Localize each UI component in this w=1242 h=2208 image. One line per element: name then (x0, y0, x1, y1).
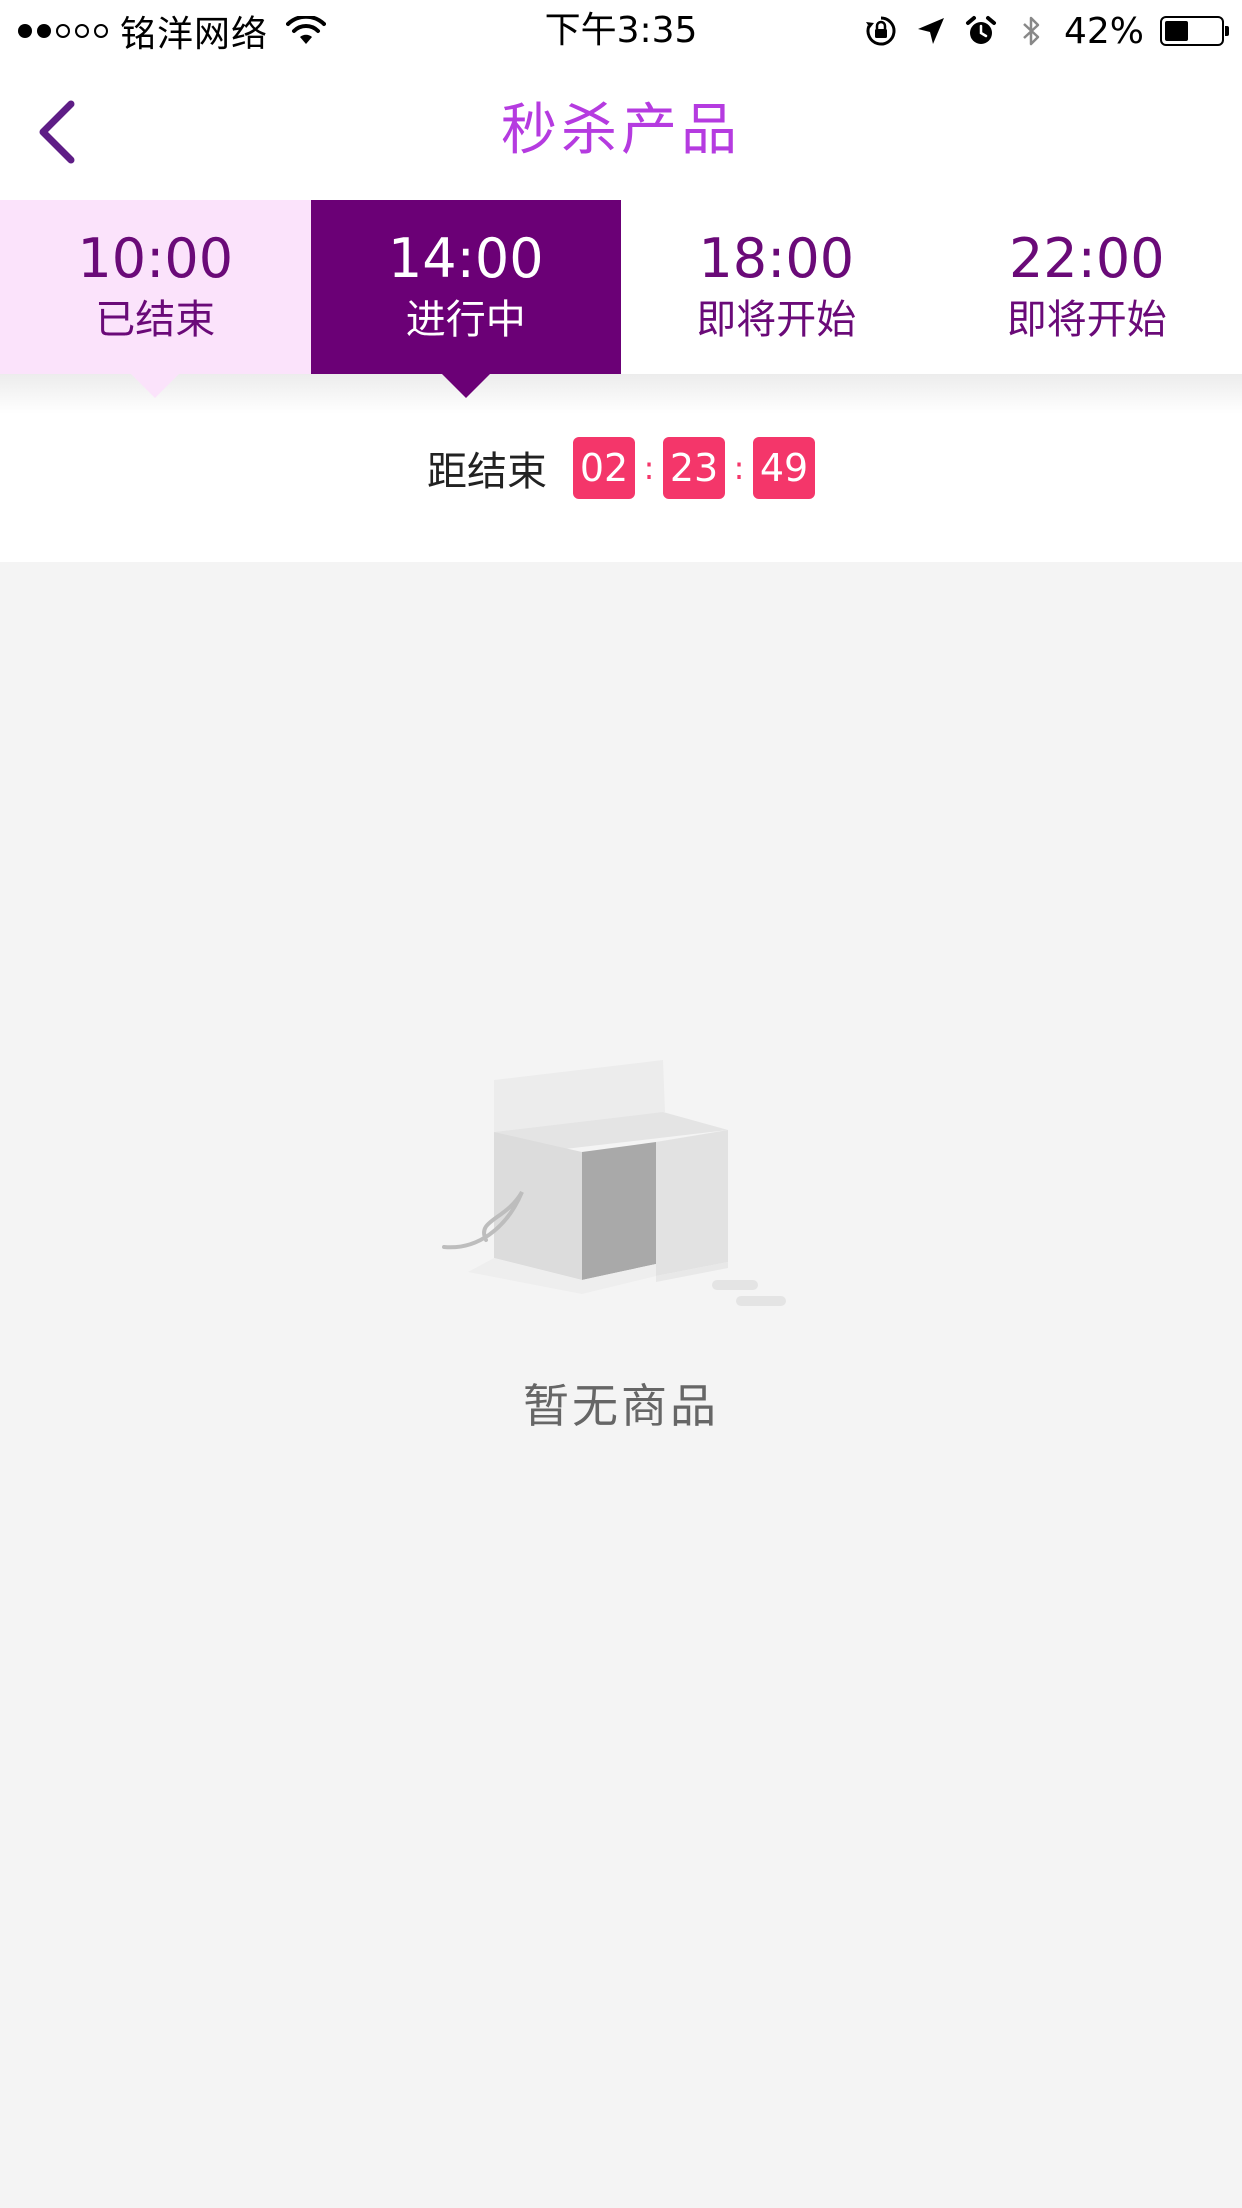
tab-2200[interactable]: 22:00 即将开始 (932, 200, 1242, 374)
empty-message: 暂无商品 (523, 1379, 719, 1433)
empty-box-icon (442, 1060, 786, 1306)
countdown-section: 距结束 02 : 23 : 49 (0, 374, 1242, 562)
battery-level-fill (1165, 21, 1188, 41)
battery-tip (1225, 26, 1229, 36)
bluetooth-icon (1023, 16, 1040, 46)
tab-status: 即将开始 (696, 297, 857, 343)
tab-status: 进行中 (405, 297, 526, 343)
countdown-separator: : (643, 449, 655, 487)
countdown-separator: : (733, 449, 745, 487)
location-arrow-icon (917, 18, 944, 44)
status-bar-right: 42% (864, 8, 1229, 54)
time-slot-tabs: 10:00 已结束 14:00 进行中 18:00 即将开始 22:00 即将开… (0, 200, 1242, 398)
tab-1000[interactable]: 10:00 已结束 (0, 200, 311, 398)
tab-time: 10:00 (77, 227, 234, 290)
orientation-lock-icon (865, 16, 896, 46)
tab-status: 即将开始 (1006, 297, 1167, 343)
tab-time: 14:00 (387, 227, 544, 290)
tab-time: 22:00 (1008, 227, 1165, 290)
nav-bar: 秒杀产品 (0, 62, 1242, 200)
page-title: 秒杀产品 (501, 98, 741, 163)
countdown-seconds: 49 (753, 437, 815, 499)
battery-percentage: 42% (1063, 10, 1144, 52)
countdown-minutes: 23 (663, 437, 725, 499)
tab-1800[interactable]: 18:00 即将开始 (621, 200, 932, 374)
countdown-hours: 02 (573, 437, 635, 499)
alarm-icon (965, 16, 996, 44)
tab-time: 18:00 (698, 227, 855, 290)
status-bar: 铭洋网络 下午3:35 42% (0, 0, 1242, 62)
countdown-label: 距结束 (427, 449, 547, 495)
countdown-timer: 距结束 02 : 23 : 49 (0, 436, 1242, 500)
battery-icon (1160, 16, 1229, 46)
tab-indicator-arrow (131, 374, 180, 398)
tab-1400[interactable]: 14:00 进行中 (310, 200, 621, 398)
tab-status: 已结束 (95, 297, 216, 343)
tab-indicator-arrow (441, 374, 490, 398)
